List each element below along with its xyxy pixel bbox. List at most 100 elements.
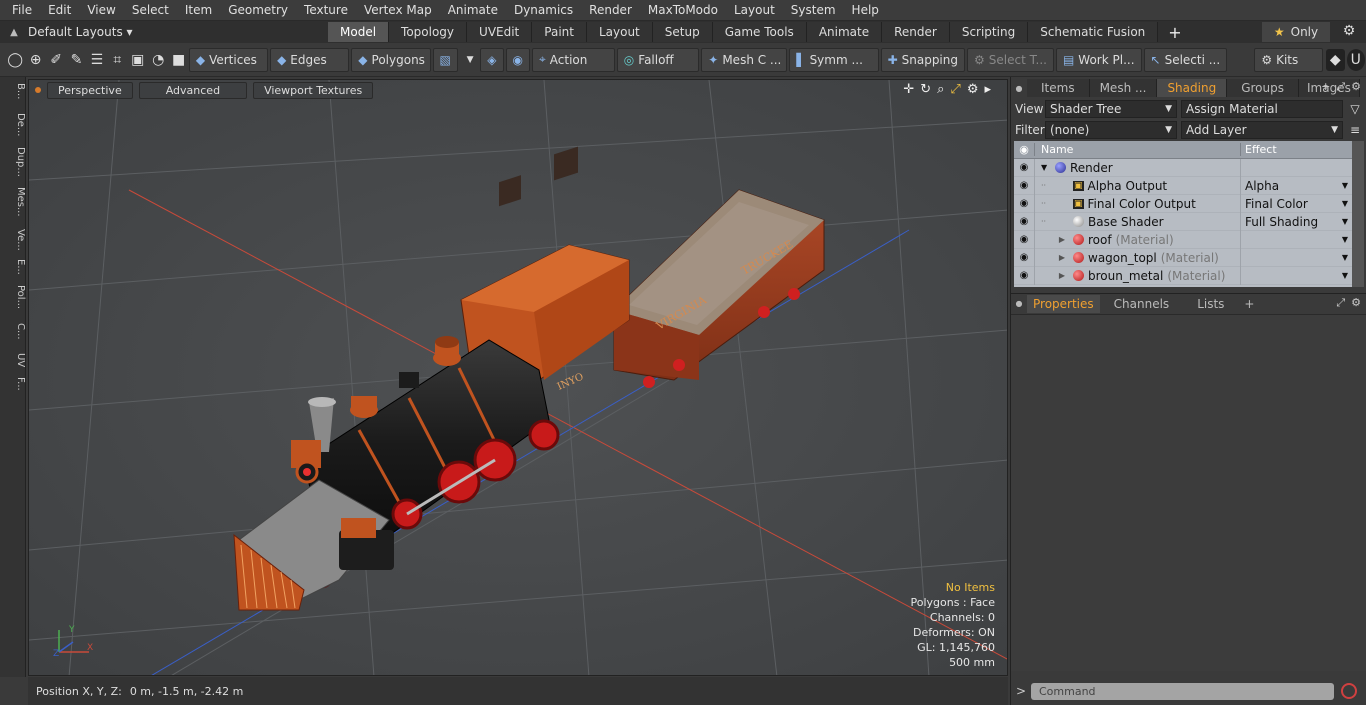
add-tab-icon[interactable]: + <box>1158 23 1191 42</box>
3d-viewport[interactable]: VIRGINIA TRUCKEE INYO Y X Z Perspective … <box>28 79 1008 676</box>
mesh-constraint-button[interactable]: ✦ Mesh C ... <box>701 47 788 72</box>
strip-tab-edge[interactable]: E... <box>0 259 26 275</box>
tab-render[interactable]: Render <box>882 22 950 42</box>
tab-scripting[interactable]: Scripting <box>949 22 1029 42</box>
circle-select-icon[interactable]: ◯ <box>6 49 24 71</box>
layout-selector[interactable]: Default Layouts ▾ <box>28 25 188 39</box>
tab-animate[interactable]: Animate <box>806 22 883 42</box>
expand-arrow-icon[interactable]: ▶ <box>1041 235 1069 244</box>
panel-options-dot[interactable]: ● <box>1011 84 1027 93</box>
falloff-button[interactable]: ◎ Falloff <box>616 47 700 72</box>
effect-dropdown[interactable]: ▼ <box>1240 230 1352 249</box>
brush-icon[interactable]: ✎ <box>67 49 85 71</box>
eye-icon[interactable]: ◉ <box>1014 180 1034 191</box>
menu-maxtomodo[interactable]: MaxToModo <box>640 3 726 17</box>
effect-dropdown[interactable]: ▼ <box>1240 248 1352 267</box>
polygons-button[interactable]: ◆ Polygons <box>351 47 431 72</box>
tab-channels[interactable]: Channels <box>1100 295 1184 313</box>
tree-row-roof[interactable]: ◉ ▶ roof (Material) ▼ <box>1014 230 1352 249</box>
work-plane-button[interactable]: ▤ Work Pl... <box>1055 47 1142 72</box>
strip-tab-polygon[interactable]: Pol... <box>0 285 26 309</box>
eye-icon[interactable]: ◉ <box>1014 234 1034 245</box>
strip-tab-deform[interactable]: De... <box>0 113 26 136</box>
expand-arrow-icon[interactable]: ▶ <box>1041 271 1069 280</box>
clock-icon[interactable]: ◔ <box>149 49 167 71</box>
pen-icon[interactable]: ✐ <box>47 49 65 71</box>
tree-row-alpha-output[interactable]: ◉ ·· ▣ Alpha Output Alpha ▼ <box>1014 176 1352 195</box>
expand-properties-icon[interactable]: ⤢ <box>1336 296 1345 310</box>
chevron-down-icon[interactable]: ▼ <box>461 49 479 71</box>
stack-icon[interactable]: ☰ <box>88 49 106 71</box>
only-toggle[interactable]: ★ Only <box>1262 22 1330 42</box>
effect-column-header[interactable]: Effect <box>1240 143 1352 156</box>
viewport-textures-button[interactable]: Viewport Textures <box>253 81 374 99</box>
name-column-header[interactable]: Name <box>1034 143 1240 156</box>
tree-row-broun-metal[interactable]: ◉ ▶ broun_metal (Material) ▼ <box>1014 266 1352 285</box>
tab-lists[interactable]: Lists <box>1183 295 1238 313</box>
symmetry-button[interactable]: ▌ Symm ... <box>789 47 879 72</box>
layout-expand-icon[interactable]: ▲ <box>0 27 28 38</box>
strip-tab-basic[interactable]: B... <box>0 83 26 99</box>
collapse-arrow-icon[interactable]: ▼ <box>1041 163 1051 172</box>
add-properties-tab-icon[interactable]: + <box>1238 295 1260 313</box>
tab-game-tools[interactable]: Game Tools <box>712 22 807 42</box>
advanced-button[interactable]: Advanced <box>138 81 248 99</box>
menu-render[interactable]: Render <box>581 3 640 17</box>
effect-dropdown[interactable]: ▼ <box>1240 266 1352 285</box>
unity-icon[interactable]: ◆ <box>1326 48 1345 71</box>
tab-paint[interactable]: Paint <box>532 22 587 42</box>
add-layer-dropdown[interactable]: Add Layer ▼ <box>1181 121 1343 139</box>
tab-properties[interactable]: Properties <box>1027 294 1100 313</box>
effect-dropdown[interactable]: Alpha ▼ <box>1240 176 1352 195</box>
viewport-options-dot[interactable] <box>35 87 41 93</box>
cube-icon[interactable]: ■ <box>169 49 187 71</box>
menu-texture[interactable]: Texture <box>296 3 356 17</box>
strip-tab-fusion[interactable]: F... <box>0 377 26 391</box>
tree-row-base-shader[interactable]: ◉ ·· Base Shader Full Shading ▼ <box>1014 212 1352 231</box>
filter-dropdown[interactable]: (none) ▼ <box>1045 121 1177 139</box>
expand-arrow-icon[interactable]: ▶ <box>1041 253 1069 262</box>
assign-material-button[interactable]: Assign Material <box>1181 100 1343 118</box>
effect-dropdown[interactable]: Final Color ▼ <box>1240 194 1352 213</box>
strip-tab-duplicate[interactable]: Dup... <box>0 147 26 177</box>
menu-geometry[interactable]: Geometry <box>220 3 296 17</box>
tab-mesh[interactable]: Mesh ... <box>1089 79 1158 97</box>
view-mode-button[interactable]: Perspective <box>47 81 133 99</box>
gear-icon[interactable]: ⚙ <box>1338 23 1360 41</box>
menu-animate[interactable]: Animate <box>440 3 506 17</box>
properties-options-dot[interactable]: ● <box>1011 299 1027 308</box>
viewport-menu-arrow-icon[interactable]: ▸ <box>984 82 991 97</box>
properties-gear-icon[interactable]: ⚙ <box>1351 296 1361 310</box>
view-dropdown[interactable]: Shader Tree ▼ <box>1045 100 1177 118</box>
strip-tab-uv[interactable]: UV <box>0 353 26 367</box>
snapping-button[interactable]: ✚ Snapping <box>880 47 965 72</box>
move-view-icon[interactable]: ✛ <box>903 82 914 97</box>
rotate-view-icon[interactable]: ↻ <box>920 82 931 97</box>
tab-model[interactable]: Model <box>328 22 390 42</box>
strip-tab-mesh-edit[interactable]: Mes... <box>0 187 26 217</box>
menu-file[interactable]: File <box>0 3 40 17</box>
eye-icon[interactable]: ◉ <box>1014 162 1034 173</box>
effect-dropdown[interactable]: Full Shading ▼ <box>1240 212 1352 231</box>
menu-view[interactable]: View <box>79 3 123 17</box>
tab-uvedit[interactable]: UVEdit <box>467 22 533 42</box>
kits-button[interactable]: ⚙ Kits <box>1254 47 1324 72</box>
vertices-button[interactable]: ◆ Vertices <box>188 47 269 72</box>
tree-row-wagon-topl[interactable]: ◉ ▶ wagon_topl (Material) ▼ <box>1014 248 1352 267</box>
tab-layout[interactable]: Layout <box>586 22 653 42</box>
expand-panel-icon[interactable]: ⤢ <box>1336 80 1345 94</box>
tab-shading[interactable]: Shading <box>1157 79 1228 97</box>
item-mode-button[interactable]: ▧ <box>432 47 458 72</box>
square-icon[interactable]: ▣ <box>129 49 147 71</box>
tab-topology[interactable]: Topology <box>389 22 468 42</box>
command-input[interactable]: Command <box>1031 682 1334 700</box>
menu-dynamics[interactable]: Dynamics <box>506 3 581 17</box>
selection-sets-button[interactable]: ↖ Selecti ... <box>1143 47 1228 72</box>
menu-item[interactable]: Item <box>177 3 220 17</box>
soccer-mode-button[interactable]: ◉ <box>505 47 531 72</box>
fit-view-icon[interactable]: ⤢ <box>950 82 960 97</box>
tab-schematic-fusion[interactable]: Schematic Fusion <box>1028 22 1159 42</box>
menu-select[interactable]: Select <box>124 3 177 17</box>
shader-tree-scrollbar[interactable] <box>1352 141 1364 287</box>
menu-system[interactable]: System <box>783 3 844 17</box>
